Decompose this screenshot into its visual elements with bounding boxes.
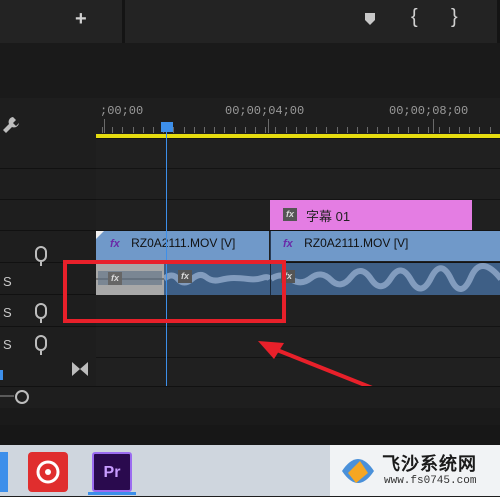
ruler-tick bbox=[255, 127, 256, 133]
video-clip-2[interactable]: fx RZ0A2111.MOV [V] bbox=[270, 231, 500, 261]
mark-out-button[interactable]: } bbox=[451, 6, 458, 29]
ruler-tick bbox=[306, 127, 307, 133]
panel-gap bbox=[0, 43, 500, 98]
video-clip-2-label: RZ0A2111.MOV [V] bbox=[304, 236, 409, 250]
solo-button-a2[interactable]: S bbox=[3, 305, 12, 320]
ruler-tick bbox=[122, 127, 123, 133]
mic-icon-stem bbox=[40, 351, 42, 355]
clip-start-corner bbox=[96, 231, 104, 239]
mic-icon[interactable] bbox=[35, 246, 47, 262]
ruler-tick bbox=[133, 127, 134, 133]
top-panel-bar: + { } bbox=[0, 0, 500, 43]
ruler-tick bbox=[184, 127, 185, 133]
panel-footer-strip bbox=[0, 425, 500, 445]
timeline-scrollbar[interactable] bbox=[0, 386, 500, 409]
ruler-tick bbox=[143, 127, 144, 133]
zoom-scroll-handle[interactable] bbox=[15, 390, 29, 404]
ruler-tick bbox=[326, 127, 327, 133]
solo-button-a1[interactable]: S bbox=[3, 274, 12, 289]
track-lane-v4 bbox=[96, 138, 500, 169]
ruler-tick bbox=[194, 127, 195, 133]
audio-clip-3[interactable]: fx bbox=[270, 263, 500, 295]
ruler-tick bbox=[449, 127, 450, 133]
scroll-track bbox=[0, 395, 14, 397]
track-target-indicator bbox=[0, 370, 3, 380]
ruler-tick bbox=[439, 127, 440, 133]
fx-badge: fx bbox=[283, 208, 297, 221]
mark-in-button[interactable]: { bbox=[411, 6, 418, 29]
track-lane-v3 bbox=[96, 168, 500, 200]
ruler-tick bbox=[286, 127, 287, 133]
track-header-row bbox=[0, 168, 96, 199]
ruler-tick bbox=[347, 127, 348, 133]
track-header-row bbox=[0, 199, 96, 230]
ruler-tick bbox=[469, 127, 470, 133]
track-header-row bbox=[0, 230, 96, 261]
ruler-tick bbox=[398, 127, 399, 133]
marker-icon[interactable] bbox=[365, 12, 375, 25]
video-clip-1-label: RZ0A2111.MOV [V] bbox=[131, 236, 236, 250]
ruler-tick bbox=[275, 127, 276, 133]
mic-icon[interactable] bbox=[35, 303, 47, 319]
playhead-handle[interactable] bbox=[161, 122, 173, 132]
ruler-tick bbox=[204, 127, 205, 133]
ruler-tick bbox=[428, 127, 429, 133]
timecode-start: ;00;00 bbox=[100, 104, 144, 118]
bowtie-icon[interactable] bbox=[72, 362, 88, 381]
mic-icon-stem bbox=[40, 319, 42, 323]
netease-music-app-icon[interactable] bbox=[28, 452, 68, 492]
watermark: 飞沙系统网 www.fs0745.com bbox=[330, 445, 500, 496]
panel-divider bbox=[122, 0, 125, 43]
highlight-box bbox=[63, 260, 286, 323]
video-clip-1-label-row: fx RZ0A2111.MOV [V] bbox=[110, 236, 235, 250]
ruler-tick bbox=[408, 127, 409, 133]
fx-badge: fx bbox=[283, 238, 293, 250]
waveform bbox=[271, 263, 500, 292]
taskbar-app-partial[interactable] bbox=[0, 452, 8, 492]
ruler-major-tick bbox=[104, 119, 105, 133]
watermark-title: 飞沙系统网 bbox=[382, 454, 477, 474]
ruler-tick bbox=[388, 127, 389, 133]
ruler-tick bbox=[296, 127, 297, 133]
ruler-tick bbox=[367, 127, 368, 133]
timecode-4s: 00;00;04;00 bbox=[225, 104, 305, 118]
ruler-tick bbox=[224, 127, 225, 133]
mic-icon-stem bbox=[40, 262, 42, 266]
ruler-major-tick bbox=[433, 119, 434, 133]
ruler-tick bbox=[418, 127, 419, 133]
caption-clip[interactable]: fx 字幕 01 bbox=[270, 200, 472, 230]
ruler-tick bbox=[265, 127, 266, 133]
caption-clip-label: 字幕 01 bbox=[306, 209, 351, 224]
ruler-tick bbox=[173, 127, 174, 133]
ruler-tick bbox=[112, 127, 113, 133]
active-app-indicator bbox=[88, 492, 136, 495]
ruler-tick bbox=[102, 127, 103, 133]
ruler-tick bbox=[153, 127, 154, 133]
timecode-8s: 00;00;08;00 bbox=[389, 104, 469, 118]
ruler-tick bbox=[459, 127, 460, 133]
solo-button-a3[interactable]: S bbox=[3, 337, 12, 352]
panel-bottom bbox=[0, 408, 500, 425]
premiere-pro-app-icon[interactable]: Pr bbox=[92, 452, 132, 492]
ruler-tick bbox=[235, 127, 236, 133]
ruler-tick bbox=[490, 127, 491, 133]
ruler-tick bbox=[245, 127, 246, 133]
ruler-tick bbox=[357, 127, 358, 133]
add-track-button[interactable]: + bbox=[75, 8, 87, 31]
ruler-major-tick bbox=[268, 119, 269, 133]
track-header-row bbox=[0, 326, 96, 357]
watermark-logo-icon bbox=[338, 451, 378, 496]
mic-icon[interactable] bbox=[35, 335, 47, 351]
ruler-tick bbox=[316, 127, 317, 133]
ruler-tick bbox=[214, 127, 215, 133]
ruler-tick bbox=[337, 127, 338, 133]
ruler-tick bbox=[479, 127, 480, 133]
watermark-url: www.fs0745.com bbox=[384, 475, 477, 487]
video-clip-2-label-row: fx RZ0A2111.MOV [V] bbox=[283, 236, 408, 250]
fx-badge: fx bbox=[110, 238, 120, 250]
video-clip-1[interactable]: fx RZ0A2111.MOV [V] bbox=[96, 231, 269, 261]
ruler-tick bbox=[377, 127, 378, 133]
wrench-icon[interactable] bbox=[2, 116, 20, 139]
